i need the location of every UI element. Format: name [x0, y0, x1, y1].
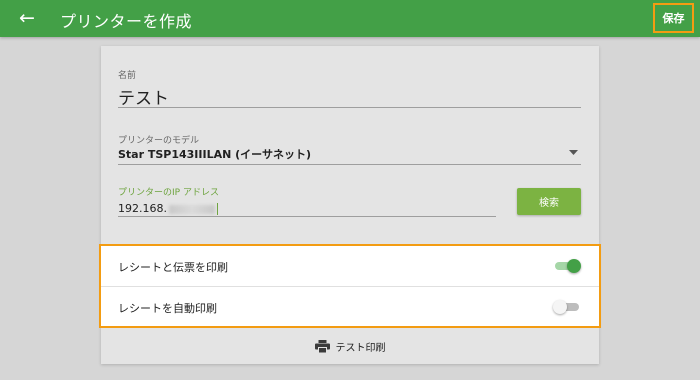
- ip-field-underline: [118, 216, 496, 217]
- print-receipt-slip-toggle[interactable]: [555, 259, 581, 273]
- print-settings-group: レシートと伝票を印刷 レシートを自動印刷: [99, 244, 601, 328]
- name-field-underline: [118, 107, 581, 108]
- page-title: プリンターを作成: [60, 12, 193, 31]
- test-print-label: テスト印刷: [335, 342, 386, 354]
- ip-address-redacted: [168, 204, 215, 214]
- toggle-thumb: [567, 259, 581, 273]
- setting-row-print-receipt-slip[interactable]: レシートと伝票を印刷: [101, 246, 599, 286]
- search-button[interactable]: 検索: [517, 188, 581, 215]
- model-select[interactable]: Star TSP143IIILAN (イーサネット): [118, 146, 311, 162]
- printer-icon: [314, 339, 330, 353]
- name-field[interactable]: テスト: [118, 84, 169, 109]
- ip-address-value: 192.168.: [118, 202, 167, 215]
- test-print-button[interactable]: テスト印刷: [101, 328, 599, 364]
- app-bar: ← プリンターを作成 保存: [0, 0, 700, 37]
- auto-print-toggle[interactable]: [553, 300, 581, 314]
- toggle-thumb: [553, 300, 567, 314]
- setting-row-auto-print[interactable]: レシートを自動印刷: [101, 287, 599, 327]
- back-button[interactable]: ←: [14, 6, 40, 30]
- model-select-underline: [118, 164, 581, 165]
- name-field-label: 名前: [118, 71, 137, 81]
- model-field-label: プリンターのモデル: [118, 136, 200, 146]
- setting-label: レシートと伝票を印刷: [118, 261, 228, 274]
- save-button[interactable]: 保存: [653, 3, 694, 33]
- arrow-left-icon: ←: [19, 7, 35, 29]
- text-cursor: [216, 203, 218, 215]
- ip-address-field[interactable]: 192.168.: [118, 202, 218, 215]
- setting-label: レシートを自動印刷: [118, 302, 217, 315]
- dropdown-arrow-icon[interactable]: [569, 150, 578, 155]
- ip-field-label: プリンターのIP アドレス: [118, 188, 219, 198]
